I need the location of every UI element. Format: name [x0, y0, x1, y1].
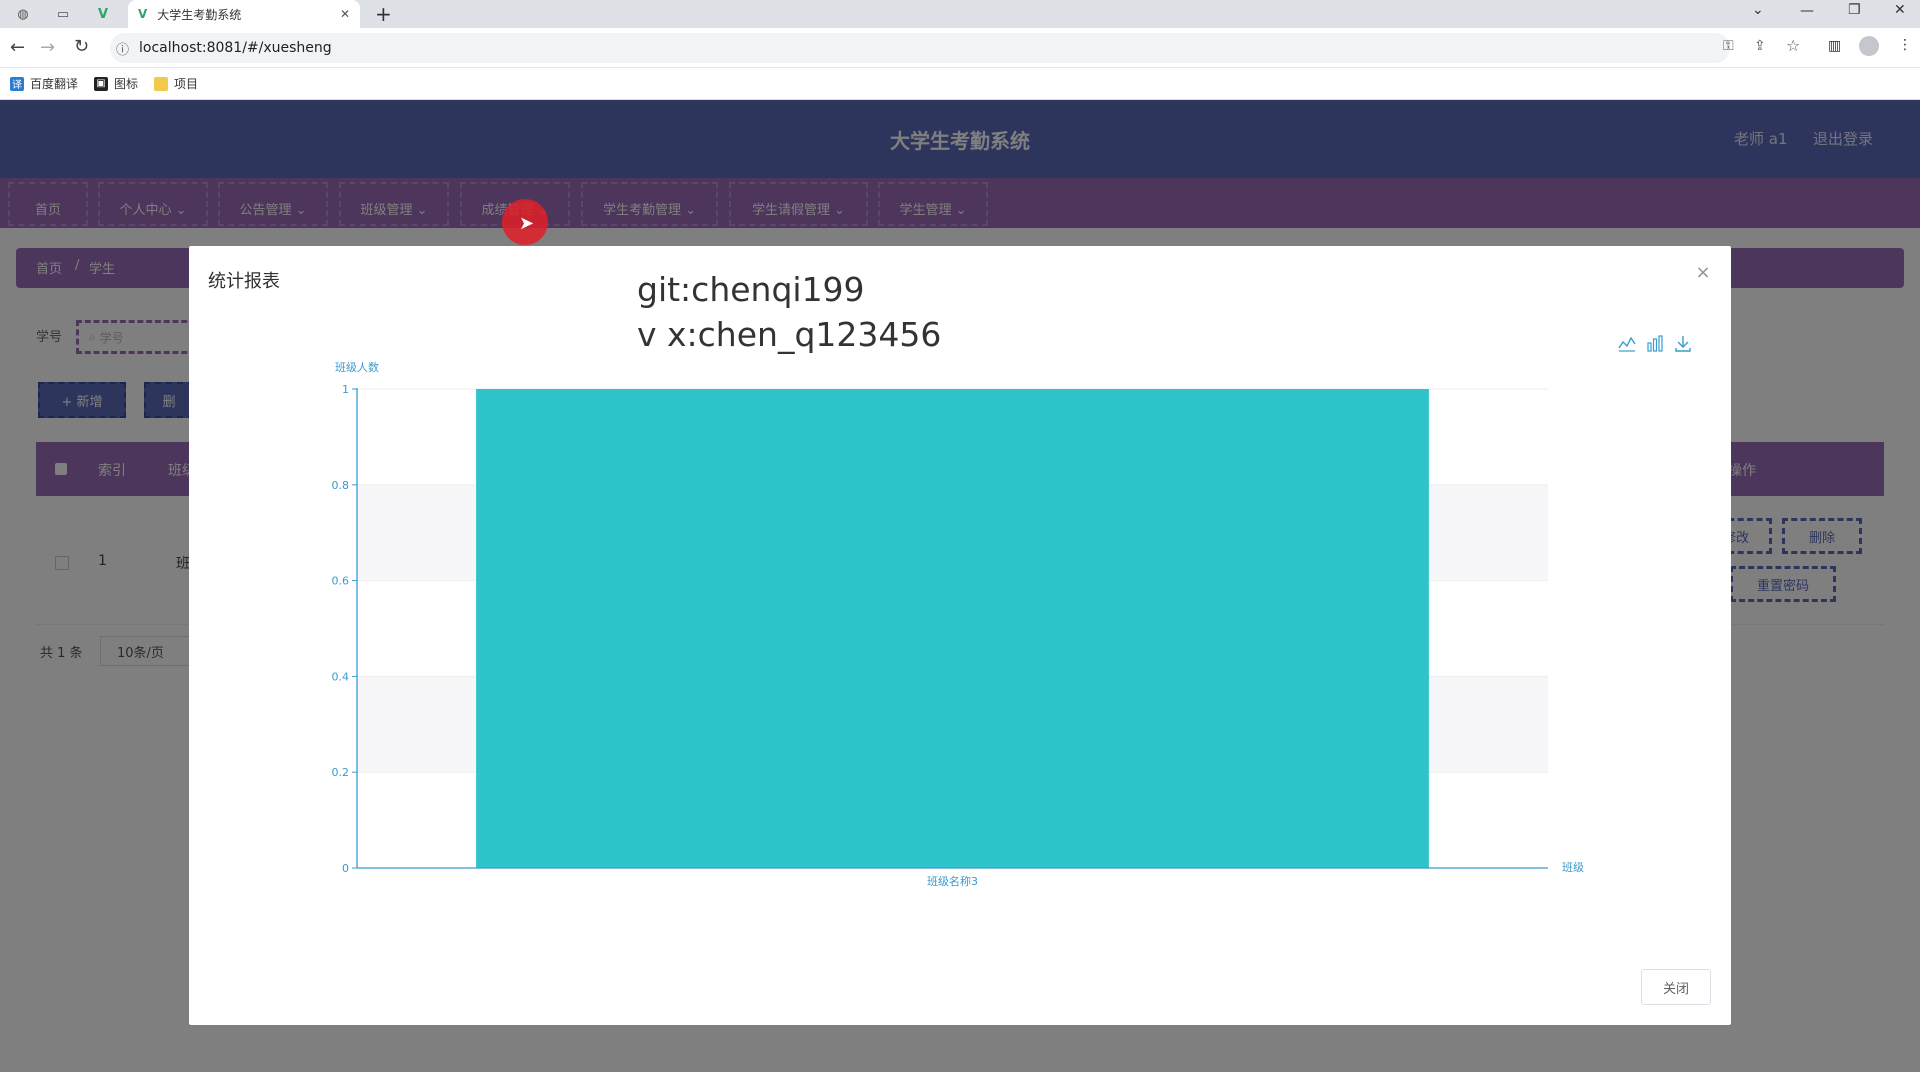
y-tick-label: 0.8 — [332, 479, 350, 492]
dialog-close-button[interactable]: 关闭 — [1641, 969, 1711, 1005]
x-axis-title: 班级 — [1562, 861, 1584, 874]
y-tick-label: 1 — [342, 383, 349, 396]
y-tick-label: 0.6 — [332, 575, 350, 588]
chart-bar — [476, 389, 1429, 868]
y-tick-label: 0 — [342, 862, 349, 875]
y-axis-title: 班级人数 — [335, 361, 379, 374]
y-tick-label: 0.4 — [332, 670, 350, 683]
x-tick-label: 班级名称3 — [927, 874, 978, 888]
y-tick-label: 0.2 — [332, 766, 350, 779]
bar-chart: 0 0.2 0.4 0.6 0.8 1 班级名称3 班级人数班级 — [332, 361, 1585, 888]
